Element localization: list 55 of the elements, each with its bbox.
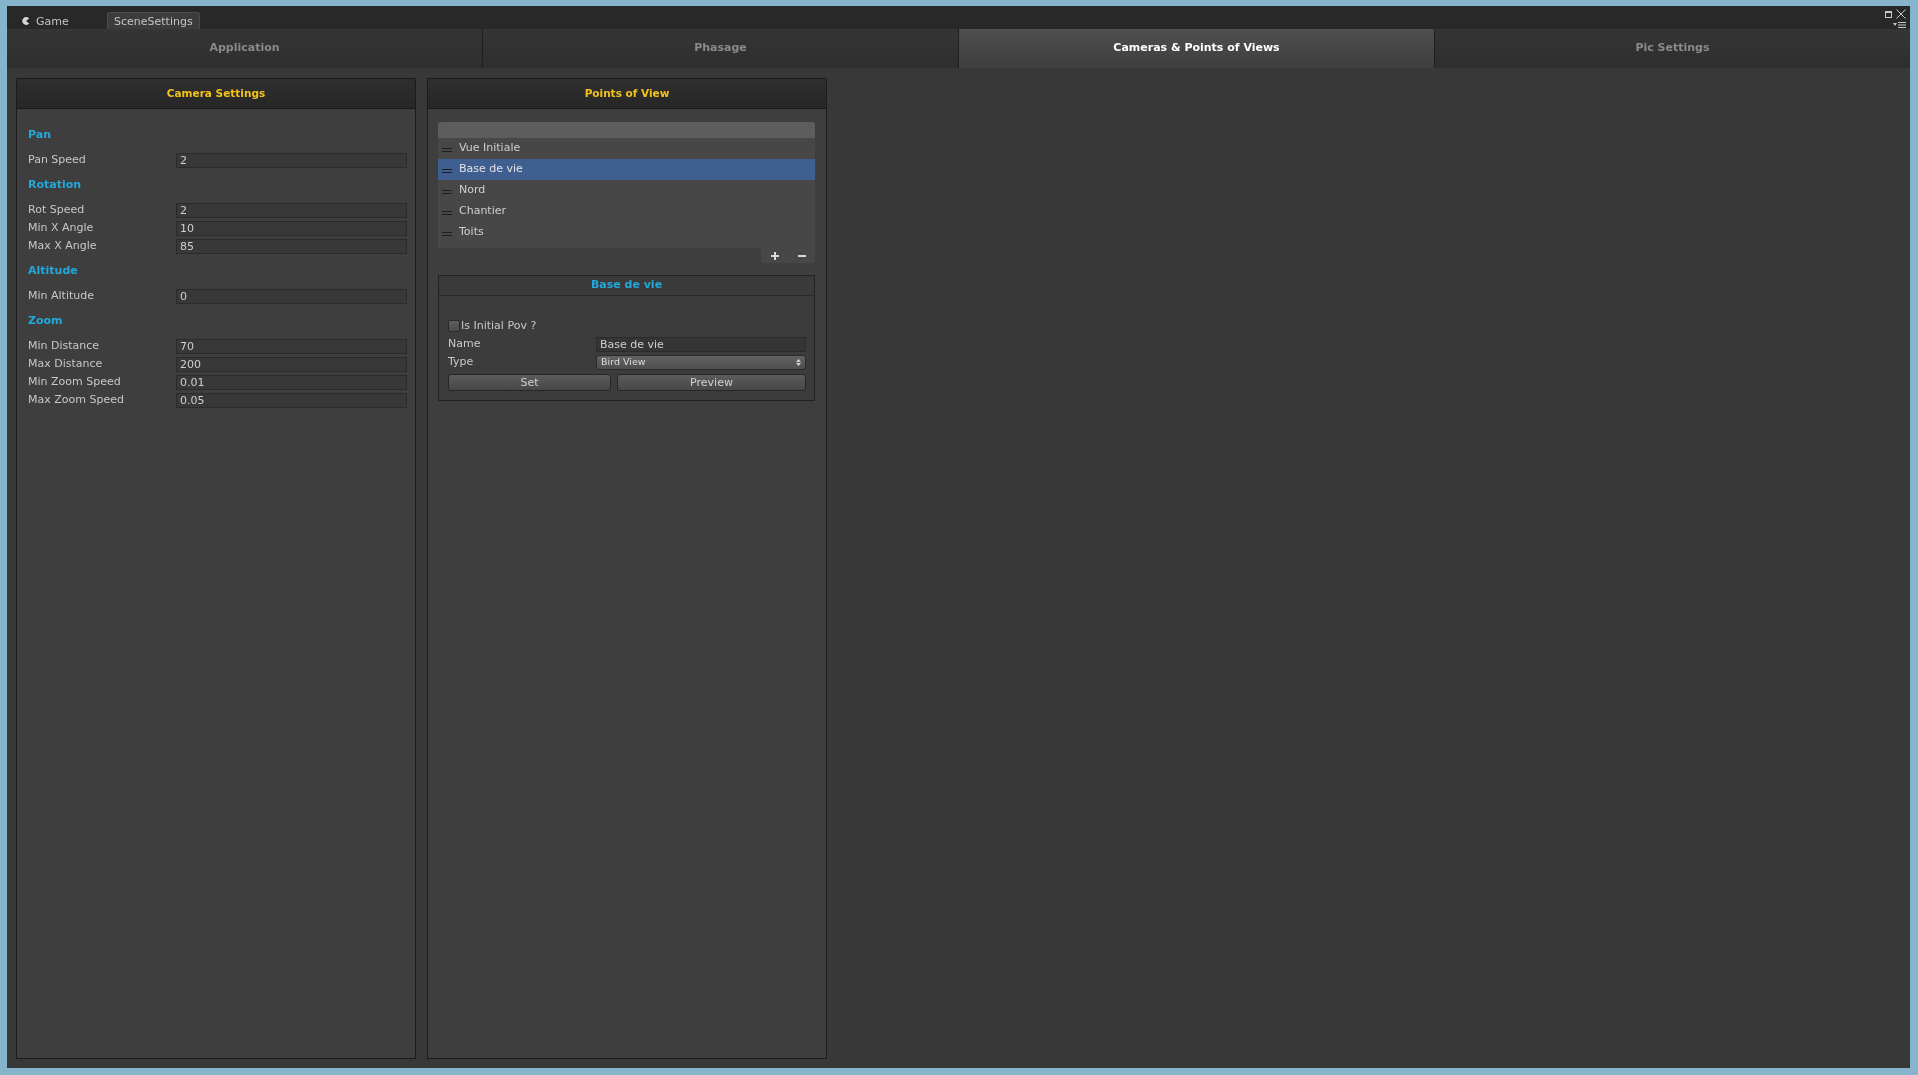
plus-icon	[770, 251, 779, 260]
tab[interactable]: Application	[7, 29, 483, 68]
panel-title: Camera Settings	[166, 85, 266, 101]
field-label: Max Zoom Speed	[28, 391, 125, 408]
number-field[interactable]: 2	[176, 152, 407, 168]
section-heading: Zoom	[28, 313, 63, 329]
section-heading: Pan	[28, 127, 52, 143]
button[interactable]: Set	[448, 374, 611, 391]
list-item[interactable]: Nord	[438, 180, 815, 201]
button[interactable]: Preview	[617, 374, 806, 391]
field-label: Rot Speed	[28, 201, 86, 218]
number-field[interactable]: 85	[176, 238, 407, 254]
field-label: Pan Speed	[28, 151, 87, 168]
section-heading: Rotation	[28, 177, 82, 193]
drag-handle-icon[interactable]	[442, 147, 452, 152]
detail-title: Base de vie	[590, 277, 663, 294]
maximize-icon[interactable]	[1885, 10, 1892, 18]
list-item[interactable]: Base de vie	[438, 159, 815, 180]
field-label: Type	[448, 353, 475, 370]
number-field[interactable]: 0.01	[176, 374, 407, 390]
drag-handle-icon[interactable]	[442, 210, 452, 215]
number-field[interactable]: 2	[176, 202, 407, 218]
editor-tab[interactable]: SceneSettings	[107, 12, 200, 29]
panel-title: Points of View	[584, 85, 670, 101]
number-field[interactable]: 0	[176, 288, 407, 304]
number-field[interactable]: 200	[176, 356, 407, 372]
list-item[interactable]: Toits	[438, 222, 815, 243]
tab[interactable]: Phasage	[483, 29, 959, 68]
up-down-arrows-icon	[796, 358, 801, 366]
field-label: Min Zoom Speed	[28, 373, 122, 390]
field-label: Max X Angle	[28, 237, 98, 254]
text-field[interactable]: Base de vie	[596, 336, 806, 352]
tab[interactable]: Cameras & Points of Views	[959, 29, 1435, 68]
checkbox-label[interactable]: Is Initial Pov ?	[461, 317, 537, 335]
field-label: Min Altitude	[28, 287, 95, 304]
drag-handle-icon[interactable]	[442, 231, 452, 236]
field-label: Min Distance	[28, 337, 101, 354]
drag-handle-icon[interactable]	[442, 189, 452, 194]
minus-icon	[797, 254, 806, 257]
list-item[interactable]: Chantier	[438, 201, 815, 222]
field-label: Min X Angle	[28, 219, 95, 236]
number-field[interactable]: 70	[176, 338, 407, 354]
dropdown[interactable]: Bird View	[596, 354, 806, 370]
list-item[interactable]: Vue Initiale	[438, 138, 815, 159]
checkbox[interactable]	[448, 320, 460, 332]
field-label: Max Distance	[28, 355, 104, 372]
number-field[interactable]: 0.05	[176, 392, 407, 408]
field-label: Name	[448, 335, 482, 352]
menu-icon[interactable]	[1893, 22, 1906, 28]
editor-tab[interactable]: Game	[15, 12, 103, 29]
number-field[interactable]: 10	[176, 220, 407, 236]
close-icon[interactable]	[1896, 9, 1906, 19]
section-heading: Altitude	[28, 263, 78, 279]
drag-handle-icon[interactable]	[442, 168, 452, 173]
pacman-icon	[22, 17, 30, 25]
